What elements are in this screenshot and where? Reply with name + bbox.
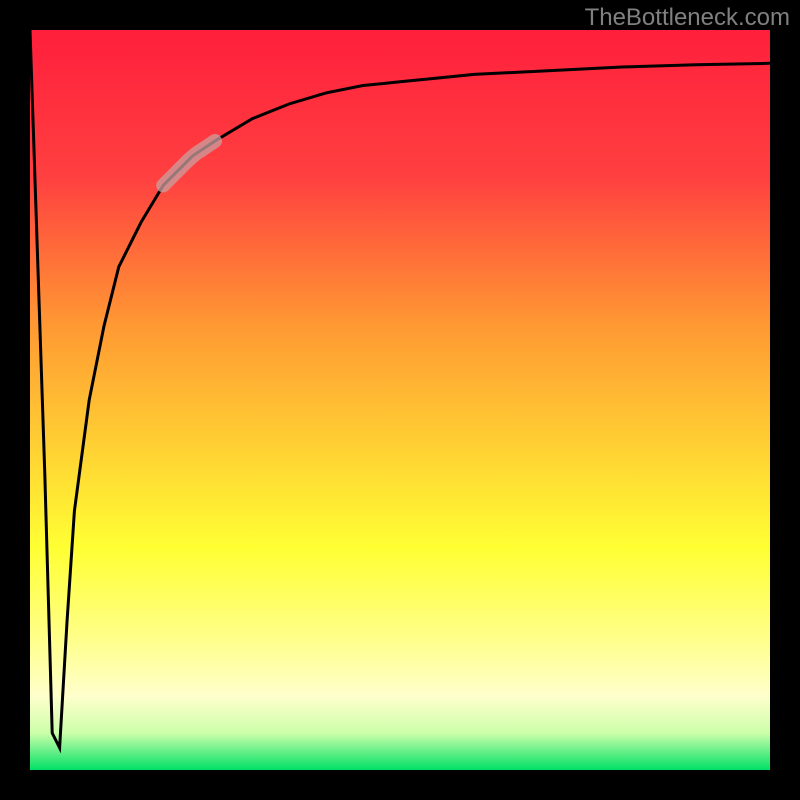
- plot-background: [30, 30, 770, 770]
- frame-bottom: [0, 770, 800, 800]
- watermark-text: TheBottleneck.com: [585, 4, 790, 32]
- bottleneck-chart: [0, 0, 800, 800]
- frame-left: [0, 0, 30, 800]
- frame-right: [770, 0, 800, 800]
